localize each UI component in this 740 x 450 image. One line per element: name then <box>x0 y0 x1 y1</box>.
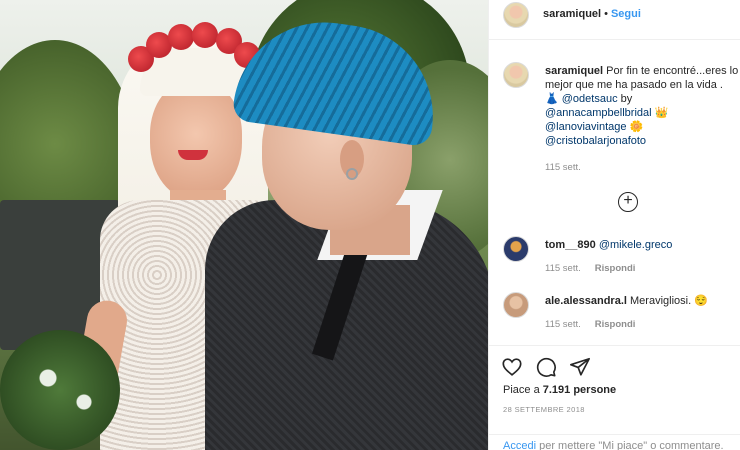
comment-meta: 115 sett. Rispondi <box>545 319 635 330</box>
credit-suffix: by <box>617 93 633 105</box>
credit-line: @cristobalarjonafoto <box>545 134 740 148</box>
heart-icon[interactable] <box>501 356 523 378</box>
mention-link[interactable]: @annacampbellbridal <box>545 107 652 119</box>
comment-time[interactable]: 115 sett. <box>545 263 581 274</box>
earring <box>346 168 358 180</box>
add-comment-bar: Accedi per mettere "Mi piace" o commenta… <box>489 434 740 450</box>
mention-link[interactable]: @lanoviavintage <box>545 121 627 133</box>
comment-body: Meravigliosi. 😌 <box>630 295 708 307</box>
caption-line: mejor que me ha pasado en la vida . <box>545 79 723 91</box>
follow-button[interactable]: Segui <box>611 8 641 20</box>
plus-icon: + <box>623 192 633 209</box>
mention-link[interactable]: @mikele.greco <box>599 239 673 251</box>
likes-number: 7.191 <box>542 384 571 396</box>
likes-suffix: persone <box>570 384 617 396</box>
bouquet <box>0 330 120 450</box>
post-header: saramiquel • Segui <box>489 0 740 40</box>
author-username[interactable]: saramiquel <box>543 8 601 20</box>
post-date[interactable]: 28 SETTEMBRE 2018 <box>503 405 585 414</box>
load-more-comments-button[interactable]: + <box>618 192 638 212</box>
commenter-avatar[interactable] <box>503 236 529 262</box>
caption-time[interactable]: 115 sett. <box>545 162 581 173</box>
author-avatar[interactable] <box>503 2 529 28</box>
mention-link[interactable]: @cristobalarjonafoto <box>545 135 646 147</box>
paper-plane-icon[interactable] <box>569 356 591 378</box>
dress-emoji: 👗 <box>545 93 562 105</box>
caption-text: saramiquel Por fin te encontré...eres lo… <box>545 64 740 148</box>
comment-text: tom__890 @mikele.greco <box>545 238 740 252</box>
post-photo[interactable] <box>0 0 488 450</box>
post-actions: Piace a 7.191 persone 28 SETTEMBRE 2018 … <box>489 345 740 450</box>
post-sidebar: saramiquel • Segui saramiquel Por fin te e… <box>488 0 740 450</box>
header-user-line: saramiquel • Segui <box>543 8 641 20</box>
comment-meta: 115 sett. Rispondi <box>545 263 635 274</box>
comment-text: ale.alessandra.l Meravigliosi. 😌 <box>545 294 740 308</box>
commenter-avatar[interactable] <box>503 292 529 318</box>
caption-username[interactable]: saramiquel <box>545 65 603 77</box>
comment-time[interactable]: 115 sett. <box>545 319 581 330</box>
likes-count[interactable]: Piace a 7.191 persone <box>503 384 616 396</box>
credit-line: @annacampbellbridal 👑 <box>545 106 740 120</box>
add-comment-text: per mettere "Mi piace" o commentare. <box>536 440 724 450</box>
caption-avatar[interactable] <box>503 62 529 88</box>
flower-emoji: 🌼 <box>626 121 644 133</box>
likes-prefix: Piace a <box>503 384 543 396</box>
reply-button[interactable]: Rispondi <box>595 263 636 274</box>
login-link[interactable]: Accedi <box>503 440 536 450</box>
separator-dot: • <box>604 8 608 20</box>
reply-button[interactable]: Rispondi <box>595 319 636 330</box>
bride-face <box>150 80 242 200</box>
credit-line: @lanoviavintage 🌼 <box>545 120 740 134</box>
flower-crown <box>128 20 260 78</box>
caption-line: Por fin te encontré...eres lo <box>606 65 739 77</box>
commenter-username[interactable]: ale.alessandra.l <box>545 295 627 307</box>
credit-line: 👗 @odetsauc by <box>545 92 740 106</box>
commenter-username[interactable]: tom__890 <box>545 239 596 251</box>
mention-link[interactable]: @odetsauc <box>562 93 618 105</box>
crown-emoji: 👑 <box>651 107 669 119</box>
comment-bubble-icon[interactable] <box>535 356 557 378</box>
